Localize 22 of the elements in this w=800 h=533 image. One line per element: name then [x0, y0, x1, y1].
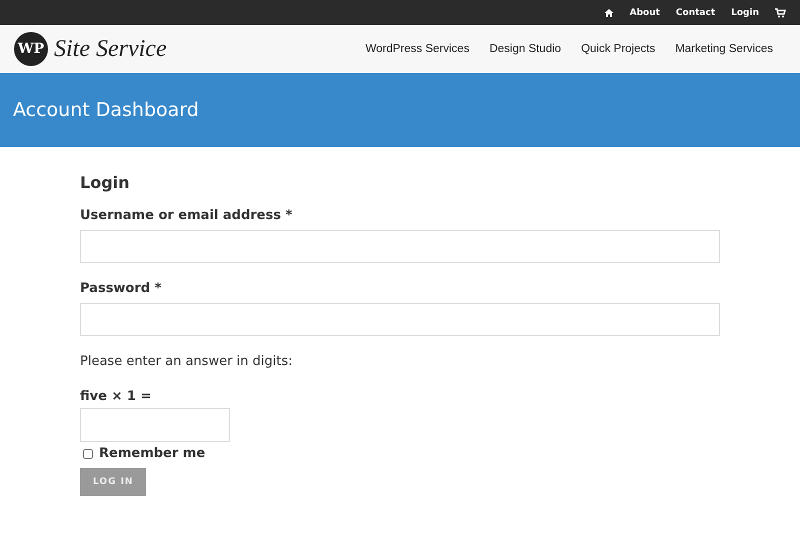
remember-label: Remember me: [99, 446, 206, 461]
logo-text[interactable]: Site Service: [54, 36, 167, 62]
logo-badge[interactable]: WP: [14, 32, 48, 66]
top-link[interactable]: About: [630, 8, 660, 18]
nav-link[interactable]: Quick Projects: [581, 43, 656, 55]
captcha-hint: Please enter an answer in digits:: [80, 354, 293, 369]
field-label: Password *: [80, 281, 162, 296]
captcha-question: five × 1 =: [80, 389, 152, 404]
captcha-field[interactable]: [80, 408, 230, 442]
password-field[interactable]: [80, 303, 720, 336]
top-link[interactable]: Contact: [676, 8, 716, 18]
username-field[interactable]: [80, 230, 720, 263]
field-label: Username or email address *: [80, 208, 292, 223]
nav-link[interactable]: WordPress Services: [365, 43, 470, 55]
page-title: Account Dashboard: [13, 99, 199, 121]
form-title: Login: [80, 173, 130, 192]
remember-checkbox[interactable]: [83, 448, 93, 458]
cart-icon[interactable]: [775, 8, 786, 18]
top-link[interactable]: Login: [731, 8, 759, 18]
nav-link[interactable]: Design Studio: [489, 43, 562, 55]
home-icon[interactable]: [604, 8, 614, 18]
nav-link[interactable]: Marketing Services: [675, 43, 773, 55]
